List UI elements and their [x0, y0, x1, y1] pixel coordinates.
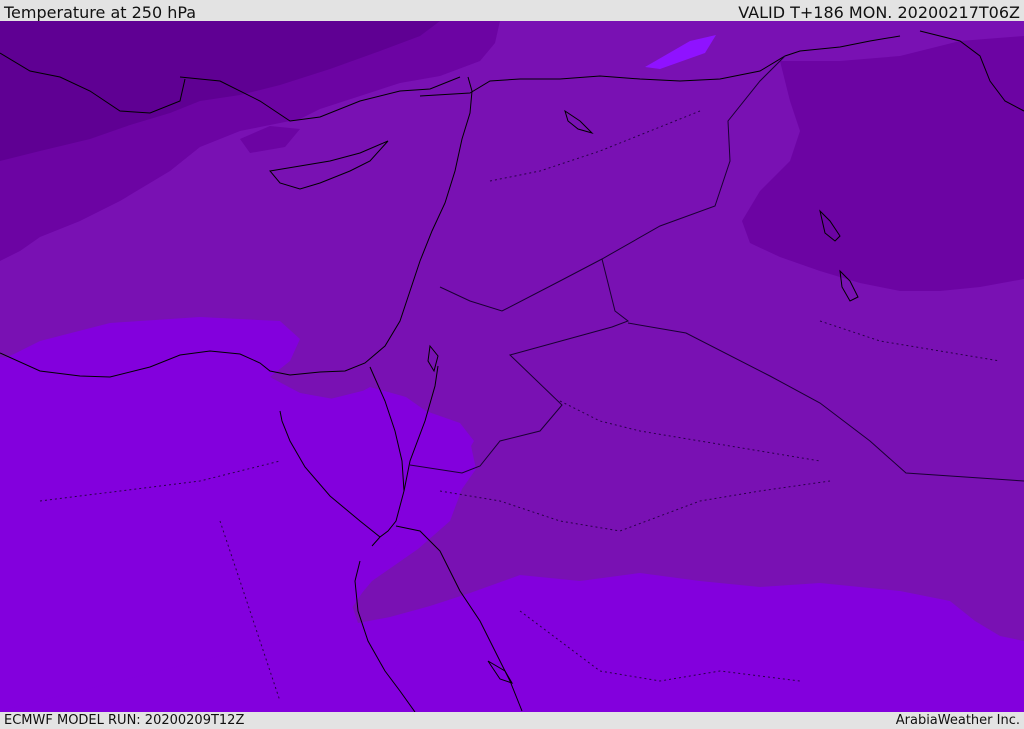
- map-title: Temperature at 250 hPa: [4, 3, 197, 22]
- credit: ArabiaWeather Inc.: [895, 713, 1020, 728]
- footer-bar: ECMWF MODEL RUN: 20200209T12Z ArabiaWeat…: [0, 712, 1024, 729]
- temperature-map: [0, 21, 1024, 712]
- model-run: ECMWF MODEL RUN: 20200209T12Z: [4, 713, 245, 728]
- valid-time: VALID T+186 MON. 20200217T06Z: [738, 3, 1020, 22]
- header-bar: Temperature at 250 hPa VALID T+186 MON. …: [0, 0, 1024, 22]
